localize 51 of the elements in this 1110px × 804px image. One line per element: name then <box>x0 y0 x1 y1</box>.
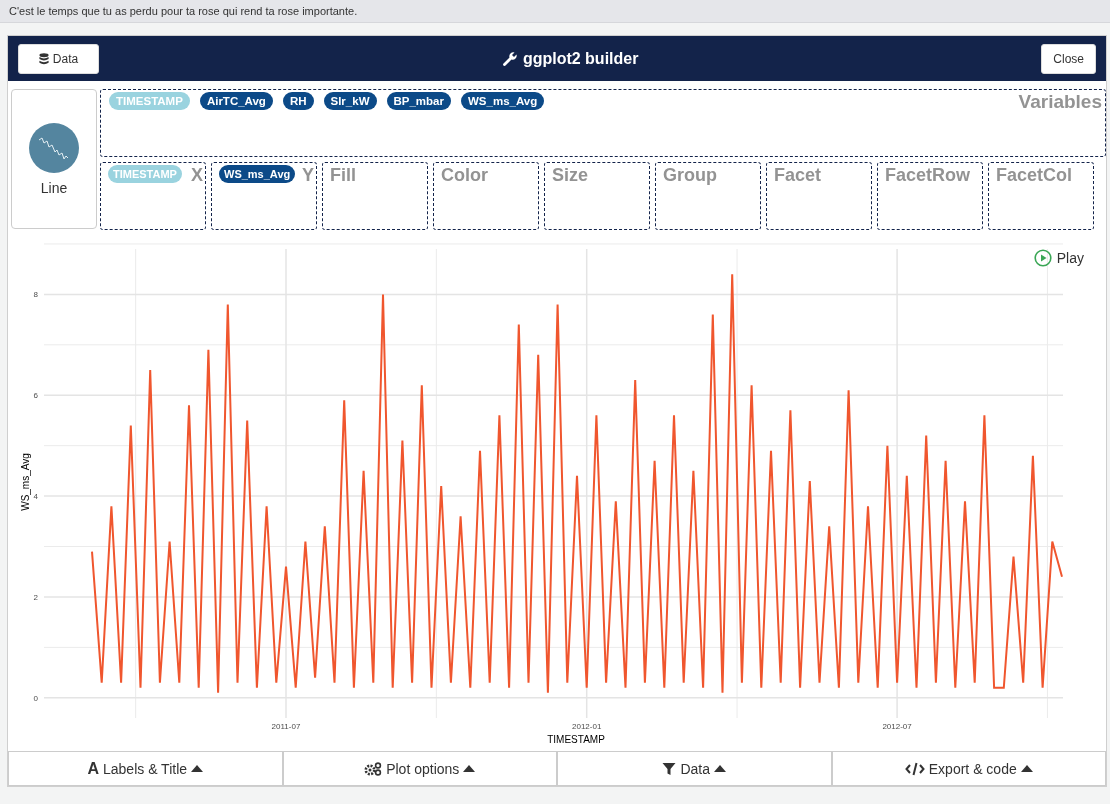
chart-type-card[interactable]: Line <box>11 89 97 229</box>
caret-up-icon <box>191 765 204 772</box>
x-tick-label: 2012-07 <box>882 722 912 731</box>
zone-placeholder: Variables <box>1018 92 1102 112</box>
zone-placeholder: Facet <box>774 165 822 185</box>
zone-placeholder: Size <box>552 165 589 185</box>
panel-toggle-button[interactable]: Export & code <box>831 752 1106 786</box>
zone-placeholder: Group <box>663 165 717 185</box>
variable-chip[interactable]: Slr_kW <box>323 92 377 110</box>
window-title: ggplot2 builder <box>522 49 639 68</box>
zone-placeholder: FacetCol <box>996 165 1073 185</box>
font-icon: A <box>87 759 99 778</box>
variable-chip[interactable]: AirTC_Avg <box>199 92 273 110</box>
line-chart-icon <box>28 122 80 174</box>
caret-up-icon <box>714 765 727 772</box>
x-tick-label: 2012-01 <box>572 722 602 731</box>
code-icon <box>904 761 925 776</box>
data-button[interactable]: Data <box>18 43 99 74</box>
panel-toggle-button[interactable]: A Labels & Title <box>8 752 283 786</box>
caret-up-icon <box>463 765 476 772</box>
play-icon <box>1033 249 1052 267</box>
filter-icon <box>662 761 677 776</box>
variable-chip[interactable]: WS_ms_Avg <box>461 92 545 110</box>
zone-placeholder: FacetRow <box>885 165 971 185</box>
y-tick-label: 4 <box>33 492 38 502</box>
variable-chip[interactable]: BP_mbar <box>386 92 451 110</box>
zone-placeholder: X <box>191 165 203 185</box>
variable-chip[interactable]: RH <box>282 92 314 110</box>
variable-chip[interactable]: WS_ms_Avg <box>219 165 296 183</box>
panel-toggle-button[interactable]: Data <box>557 752 832 786</box>
y-axis-title: WS_ms_Avg <box>20 453 31 511</box>
chart-type-label: Line <box>40 180 68 196</box>
panel-toggle-button[interactable]: Plot options <box>282 752 557 786</box>
close-button[interactable]: Close <box>1041 43 1096 74</box>
zone-placeholder: Y <box>302 165 314 185</box>
zone-placeholder: Color <box>441 165 488 185</box>
y-tick-label: 6 <box>33 391 38 401</box>
caret-up-icon <box>1020 765 1033 772</box>
y-tick-label: 2 <box>33 592 38 602</box>
wrench-icon <box>501 50 518 67</box>
aesthetic-zone[interactable]: WS_ms_Avg Y <box>211 162 317 230</box>
y-tick-label: 8 <box>33 290 38 300</box>
x-tick-label: 2011-07 <box>271 722 301 731</box>
variables-zone[interactable]: TIMESTAMP AirTC_Avg RH Slr_kW BP_mbar WS_ms_Avg Variables <box>100 89 1106 157</box>
quote-text: C'est le temps que tu as perdu pour ta rose qui rend ta rose importante. <box>9 5 358 17</box>
zone-placeholder: Fill <box>330 165 356 185</box>
play-button[interactable]: Play <box>1033 249 1084 267</box>
x-axis-title: TIMESTAMP <box>547 734 605 745</box>
database-icon <box>38 52 49 65</box>
y-tick-label: 0 <box>33 693 38 703</box>
gears-icon <box>364 761 383 776</box>
